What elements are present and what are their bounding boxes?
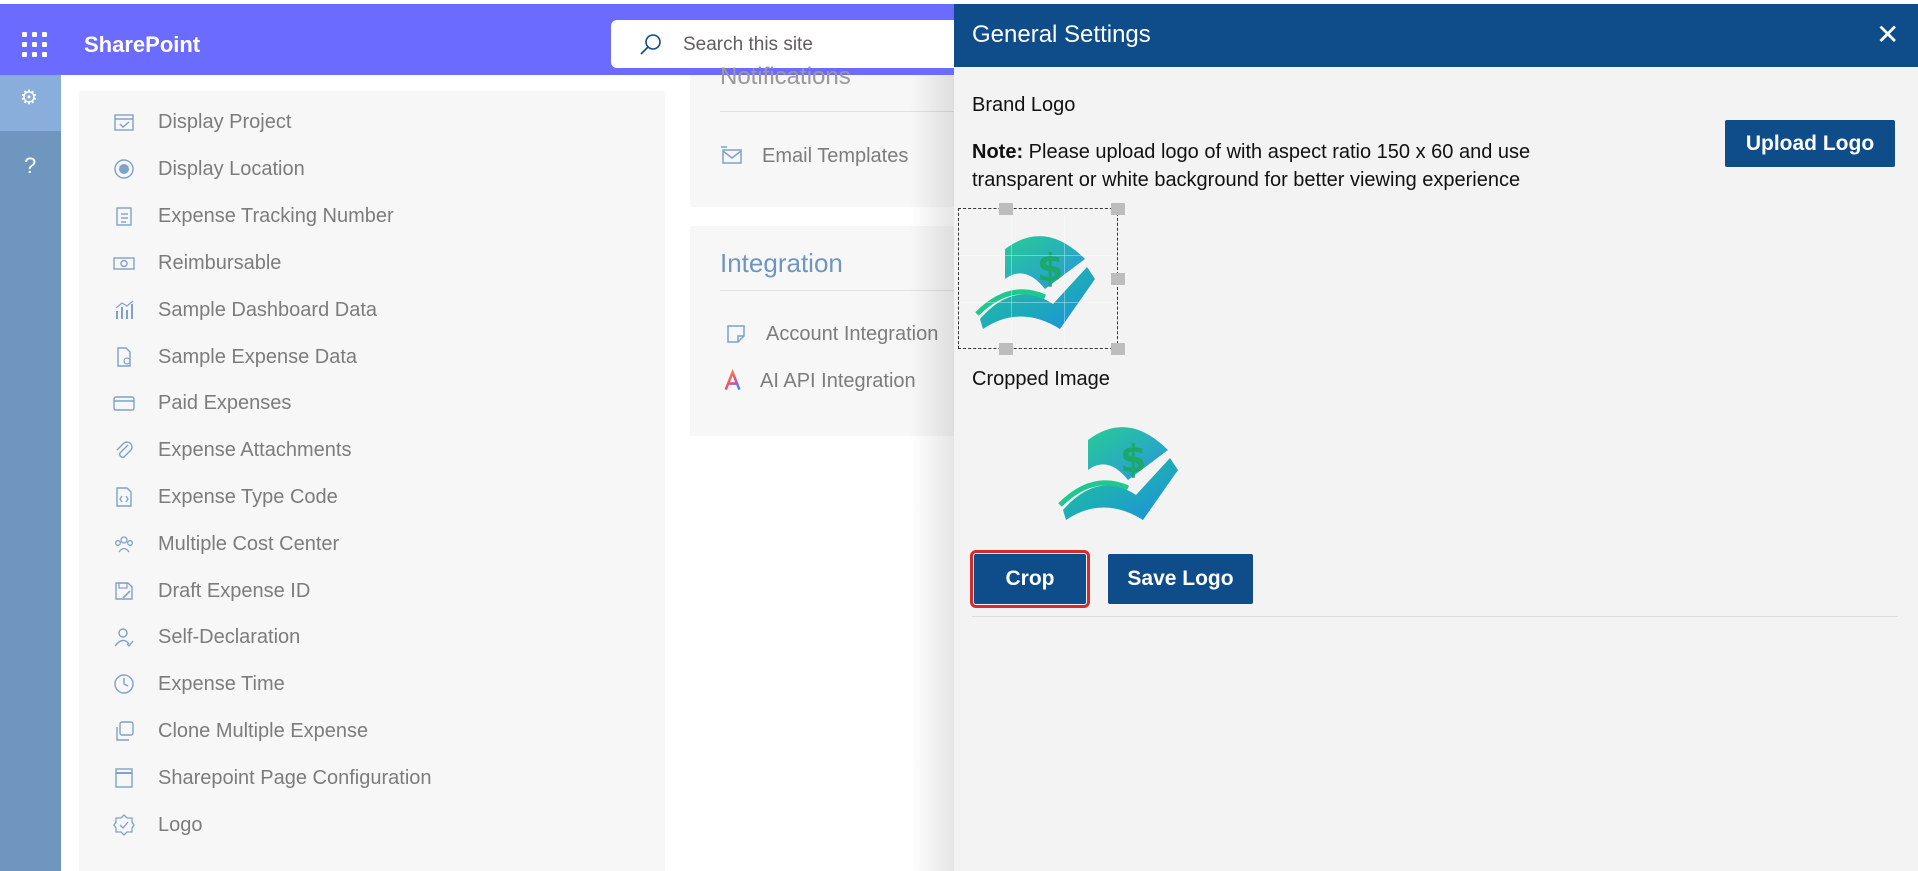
person-check-icon bbox=[112, 625, 136, 649]
search-box[interactable]: Search this site bbox=[611, 20, 1011, 68]
panel-shadow bbox=[910, 75, 954, 871]
save-logo-button[interactable]: Save Logo bbox=[1108, 554, 1253, 604]
calendar-check-icon bbox=[112, 110, 136, 134]
settings-item-clone-multiple-expense[interactable]: Clone Multiple Expense bbox=[112, 716, 368, 746]
crop-button[interactable]: Crop bbox=[970, 550, 1090, 608]
settings-item-label: Sample Expense Data bbox=[158, 345, 358, 368]
logo-image: $ bbox=[975, 236, 1095, 329]
account-integration-link[interactable]: Account Integration bbox=[724, 322, 938, 346]
page-icon bbox=[112, 766, 136, 790]
panel-title: General Settings bbox=[972, 21, 1151, 48]
settings-item-display-location[interactable]: Display Location bbox=[112, 154, 305, 184]
settings-item-expense-attachments[interactable]: Expense Attachments bbox=[112, 435, 351, 465]
settings-item-label: Multiple Cost Center bbox=[158, 532, 340, 555]
crop-handle[interactable] bbox=[1111, 273, 1125, 285]
settings-item-draft-expense-id[interactable]: Draft Expense ID bbox=[112, 576, 310, 606]
radio-target-icon bbox=[112, 157, 136, 181]
note-bold: Note: bbox=[972, 141, 1024, 163]
app-launcher-icon[interactable] bbox=[22, 32, 48, 58]
settings-item-paid-expenses[interactable]: Paid Expenses bbox=[112, 388, 291, 418]
badge-gear-icon bbox=[112, 813, 136, 837]
divider bbox=[972, 616, 1898, 617]
document-icon bbox=[112, 345, 136, 369]
search-icon bbox=[640, 34, 661, 55]
settings-item-display-project[interactable]: Display Project bbox=[112, 107, 291, 137]
crop-handle[interactable] bbox=[1111, 203, 1125, 215]
help-icon[interactable]: ? bbox=[24, 153, 36, 179]
settings-item-expense-time[interactable]: Expense Time bbox=[112, 669, 285, 699]
settings-item-label: Display Project bbox=[158, 110, 292, 133]
code-file-icon bbox=[112, 485, 136, 509]
svg-text:$: $ bbox=[1120, 437, 1146, 481]
panel-header: General Settings ✕ bbox=[954, 4, 1918, 67]
cropped-logo-image: $ bbox=[1058, 427, 1178, 520]
settings-item-label: Paid Expenses bbox=[158, 391, 292, 414]
save-edit-icon bbox=[112, 579, 136, 603]
search-input[interactable]: Search this site bbox=[683, 34, 813, 56]
settings-item-label: Expense Type Code bbox=[158, 485, 338, 508]
ai-api-integration-link[interactable]: AI API Integration bbox=[724, 369, 916, 393]
svg-text:$: $ bbox=[1037, 246, 1063, 290]
upload-logo-button[interactable]: Upload Logo bbox=[1725, 120, 1895, 167]
paperclip-icon bbox=[112, 438, 136, 462]
settings-item-label: Reimbursable bbox=[158, 251, 282, 274]
email-templates-label: Email Templates bbox=[762, 144, 909, 167]
settings-item-label: Display Location bbox=[158, 157, 305, 180]
gear-icon: ⚙ bbox=[20, 87, 38, 109]
settings-item-label: Logo bbox=[158, 813, 203, 836]
email-templates-link[interactable]: Email Templates bbox=[720, 144, 908, 168]
settings-item-label: Expense Tracking Number bbox=[158, 204, 394, 227]
settings-item-label: Sample Dashboard Data bbox=[158, 298, 378, 321]
bar-chart-icon bbox=[112, 298, 136, 322]
integration-title: Integration bbox=[720, 248, 843, 278]
sticky-note-icon bbox=[724, 322, 748, 346]
settings-item-expense-tracking-number[interactable]: Expense Tracking Number bbox=[112, 201, 394, 231]
money-icon bbox=[112, 251, 136, 275]
cropped-image-label: Cropped Image bbox=[972, 368, 1110, 390]
notifications-title: Notifications bbox=[720, 63, 851, 90]
settings-item-label: Sharepoint Page Configuration bbox=[158, 766, 432, 789]
copy-icon bbox=[112, 719, 136, 743]
settings-item-label: Draft Expense ID bbox=[158, 579, 311, 602]
settings-item-logo[interactable]: Logo bbox=[112, 810, 203, 840]
settings-item-multiple-cost-center[interactable]: Multiple Cost Center bbox=[112, 529, 339, 559]
settings-item-sharepoint-page-configuration[interactable]: Sharepoint Page Configuration bbox=[112, 763, 432, 793]
left-rail: ⚙ ? bbox=[0, 75, 61, 871]
general-settings-panel: General Settings ✕ Brand Logo Note: Plea… bbox=[954, 4, 1918, 871]
settings-item-sample-dashboard-data[interactable]: Sample Dashboard Data bbox=[112, 295, 377, 325]
clipboard-list-icon bbox=[112, 204, 136, 228]
close-icon[interactable]: ✕ bbox=[1876, 18, 1899, 51]
settings-item-expense-type-code[interactable]: Expense Type Code bbox=[112, 482, 338, 512]
crop-selection-box[interactable]: $ bbox=[958, 203, 1125, 355]
settings-item-label: Clone Multiple Expense bbox=[158, 719, 369, 742]
settings-item-label: Self-Declaration bbox=[158, 625, 301, 648]
crop-handle[interactable] bbox=[1111, 343, 1125, 355]
credit-card-icon bbox=[112, 391, 136, 415]
brand-title[interactable]: SharePoint bbox=[84, 32, 200, 58]
settings-item-reimbursable[interactable]: Reimbursable bbox=[112, 248, 281, 278]
rail-settings-item[interactable]: ⚙ bbox=[0, 75, 61, 131]
settings-item-label: Expense Time bbox=[158, 672, 285, 695]
ai-api-integration-label: AI API Integration bbox=[760, 369, 916, 392]
settings-item-sample-expense-data[interactable]: Sample Expense Data bbox=[112, 342, 357, 372]
settings-item-label: Expense Attachments bbox=[158, 438, 352, 461]
brand-logo-label: Brand Logo bbox=[972, 94, 1076, 116]
crop-handle[interactable] bbox=[999, 203, 1013, 215]
people-group-icon bbox=[112, 532, 136, 556]
clock-icon bbox=[112, 672, 136, 696]
upload-note: Note: Please upload logo of with aspect … bbox=[972, 138, 1592, 194]
mail-icon bbox=[720, 144, 744, 168]
note-text: Please upload logo of with aspect ratio … bbox=[972, 141, 1531, 191]
ai-logo-icon bbox=[724, 369, 748, 393]
crop-handle[interactable] bbox=[999, 343, 1013, 355]
settings-item-self-declaration[interactable]: Self-Declaration bbox=[112, 622, 300, 652]
